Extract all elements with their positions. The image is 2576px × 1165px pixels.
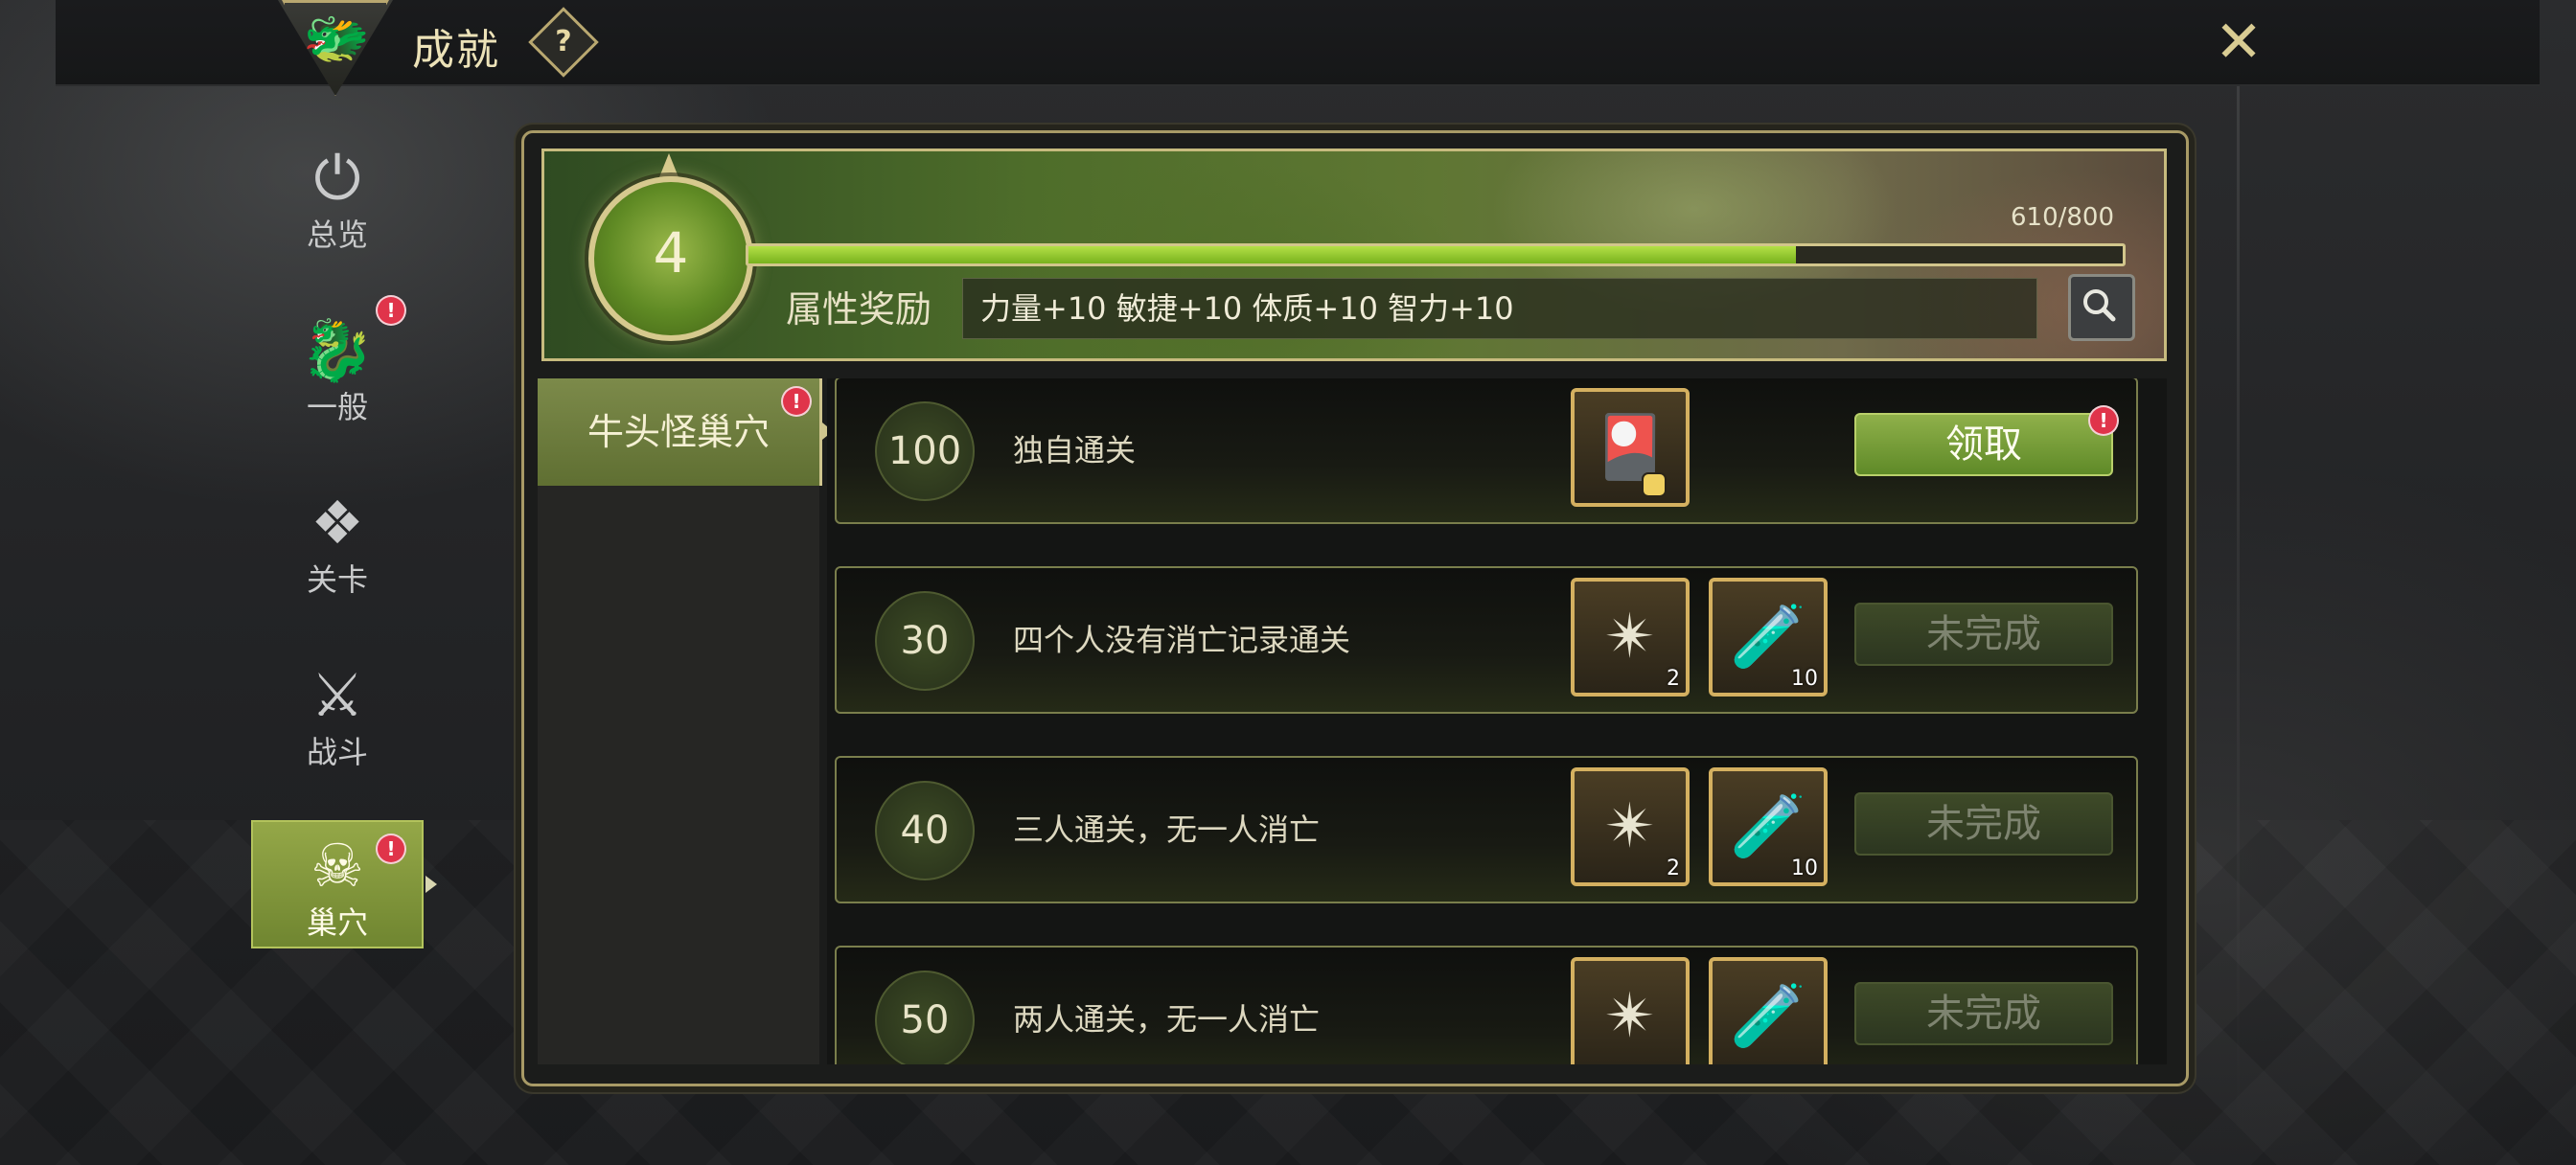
incomplete-button[interactable]: 未完成: [1854, 603, 2113, 666]
achievement-row: 100 独自通关 🎴 领取!: [835, 378, 2138, 524]
sidebar-item-2[interactable]: ❖ 关卡: [251, 477, 424, 605]
crossed-blades-icon: ✕: [2214, 9, 2264, 76]
alert-badge: !: [378, 297, 404, 324]
lair-skull-icon: ☠: [310, 831, 364, 901]
overview-icon: ⏻: [313, 143, 361, 213]
sidebar-item-label: 总览: [306, 217, 368, 253]
sidebar-item-1[interactable]: 🐉 一般!: [251, 297, 424, 433]
reward-item-slot[interactable]: 🎴: [1571, 388, 1690, 507]
achievement-description: 两人通关，无一人消亡: [1013, 1001, 1321, 1038]
achievement-list[interactable]: 100 独自通关 🎴 领取! 30 四个人没有消亡记录通关 ✴ 2 🧪 10 未完成 40 三人通关，无…: [827, 378, 2167, 1064]
progress-bar: [746, 243, 2126, 266]
reward-quantity: 2: [1667, 857, 1680, 880]
reward-item-slot[interactable]: 🧪 10: [1709, 767, 1828, 886]
red-potion-icon: 🧪: [1730, 981, 1806, 1052]
alert-badge: !: [378, 835, 404, 862]
reward-item-slot[interactable]: 🧪 10: [1709, 578, 1828, 697]
attribute-reward-label: 属性奖励: [786, 288, 932, 331]
reward-item-slot[interactable]: ✴ 2: [1571, 578, 1690, 697]
claim-button[interactable]: 领取!: [1854, 407, 2117, 476]
achievement-points: 100: [875, 401, 975, 501]
action-label: 未完成: [1926, 992, 2041, 1036]
reward-item-slot[interactable]: ✴ 2: [1571, 767, 1690, 886]
achievement-panel: 4 610/800 属性奖励 力量+10 敏捷+10 体质+10 智力+10 牛…: [521, 130, 2189, 1086]
sidebar-item-0[interactable]: ⏻ 总览: [251, 132, 424, 261]
incomplete-button[interactable]: 未完成: [1854, 792, 2113, 856]
achievement-points-value: 30: [900, 619, 950, 663]
reward-item-slot[interactable]: 🧪: [1709, 957, 1828, 1064]
sidebar-item-label: 巢穴: [306, 904, 368, 941]
incomplete-button[interactable]: 未完成: [1854, 982, 2113, 1045]
page-title: 成就: [412, 26, 500, 75]
achievement-row: 40 三人通关，无一人消亡 ✴ 2 🧪 10 未完成: [835, 756, 2138, 903]
magnifier-icon: [2083, 289, 2116, 322]
level-number: 4: [653, 220, 689, 286]
achievement-description: 四个人没有消亡记录通关: [1013, 622, 1351, 658]
category-column: 牛头怪巢穴 !: [538, 378, 833, 1064]
reward-item-slot[interactable]: ✴: [1571, 957, 1690, 1064]
light-orb-icon: ✴: [1604, 981, 1656, 1052]
progress-text: 610/800: [2010, 203, 2114, 232]
achievement-points-value: 100: [887, 429, 962, 473]
divider-line: [2237, 86, 2240, 1140]
achievement-points: 50: [875, 971, 975, 1064]
category-tab-label: 牛头怪巢穴: [586, 411, 770, 453]
reward-quantity: 10: [1791, 667, 1818, 691]
category-tab-minotaur-lair[interactable]: 牛头怪巢穴 !: [538, 378, 833, 486]
attribute-reward-value: 力量+10 敏捷+10 体质+10 智力+10: [980, 290, 1514, 327]
action-label: 领取: [1945, 423, 2022, 467]
sidebar-item-4[interactable]: ☠ 巢穴!: [251, 820, 437, 948]
action-label: 未完成: [1926, 802, 2041, 846]
achievement-points-value: 40: [900, 809, 950, 853]
close-button[interactable]: ✕: [2204, 8, 2273, 77]
attribute-reward-box: 力量+10 敏捷+10 体质+10 智力+10: [962, 278, 2037, 339]
card-ticket-icon: 🎴: [1592, 412, 1668, 483]
achievement-points: 40: [875, 781, 975, 880]
search-button[interactable]: [2068, 274, 2135, 341]
achievement-description: 独自通关: [1013, 432, 1137, 468]
dragon-emblem-icon: 🐲: [303, 8, 370, 70]
reward-quantity: 10: [1791, 857, 1818, 880]
achievement-row: 50 两人通关，无一人消亡 ✴ 🧪 未完成: [835, 946, 2138, 1064]
action-label: 未完成: [1926, 612, 2041, 656]
swords-icon: ⚔: [310, 660, 364, 730]
stage-icon: ❖: [310, 488, 364, 558]
achievement-description: 三人通关，无一人消亡: [1013, 811, 1321, 848]
level-badge: 4: [588, 176, 753, 341]
dragon-icon: 🐉: [300, 315, 375, 385]
sidebar-item-3[interactable]: ⚔ 战斗: [251, 650, 424, 778]
reward-banner: 4 610/800 属性奖励 力量+10 敏捷+10 体质+10 智力+10: [541, 148, 2167, 361]
category-alert-badge: !: [783, 388, 810, 415]
achievement-points: 30: [875, 591, 975, 691]
sidebar-item-label: 关卡: [306, 561, 368, 598]
sidebar-item-label: 一般: [306, 389, 368, 425]
achievement-row: 30 四个人没有消亡记录通关 ✴ 2 🧪 10 未完成: [835, 566, 2138, 714]
alert-badge: !: [2090, 407, 2117, 434]
achievement-points-value: 50: [900, 998, 950, 1042]
progress-fill: [748, 246, 1797, 263]
question-icon: ?: [555, 25, 572, 58]
lock-icon: [1644, 474, 1665, 495]
sidebar-item-label: 战斗: [306, 734, 368, 770]
reward-quantity: 2: [1667, 667, 1680, 691]
